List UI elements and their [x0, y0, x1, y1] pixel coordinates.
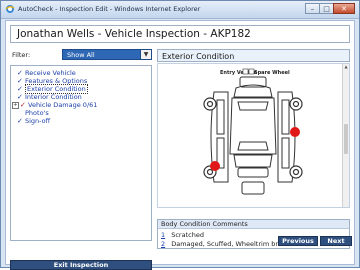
checkmark-icon: ✓: [17, 77, 23, 85]
spare-wheel-checkbox[interactable]: [248, 68, 255, 75]
tree-item-receive-vehicle[interactable]: ✓ Receive Vehicle: [17, 69, 76, 77]
page-title: Jonathan Wells - Vehicle Inspection - AK…: [17, 28, 251, 40]
checkmark-icon: ✓: [17, 93, 23, 101]
rear-bumper: [237, 167, 269, 178]
right-rear-window: [281, 137, 290, 169]
diagram-scrollbar[interactable]: ▲: [342, 64, 349, 207]
ie-icon: [5, 5, 15, 13]
page-content: Jonathan Wells - Vehicle Inspection - AK…: [5, 20, 355, 270]
checkmark-icon: ✓: [17, 69, 23, 77]
left-front-window: [216, 99, 225, 135]
comment-text: Damaged, Scuffed, Wheeltrim broken: [171, 240, 294, 248]
tree-item-interior-condition[interactable]: ✓ Interior Condition: [17, 93, 82, 101]
filter-select[interactable]: Show All ▼: [62, 49, 152, 60]
comment-text: Scratched: [171, 231, 204, 239]
tree-item-label: Vehicle Damage 0/61: [28, 101, 98, 109]
wheel-hub: [206, 168, 214, 176]
comments-title: Body Condition Comments: [158, 220, 349, 229]
previous-button[interactable]: Previous: [278, 236, 318, 246]
wheel-hub: [292, 168, 300, 176]
tree-item-sign-off[interactable]: ✓ Sign-off: [17, 117, 50, 125]
tree-item-label: Sign-off: [25, 117, 51, 125]
inspection-header: Jonathan Wells - Vehicle Inspection - AK…: [10, 25, 350, 43]
boot: [233, 154, 273, 168]
filter-value: Show All: [67, 51, 95, 59]
pane-title: Exterior Condition: [162, 52, 235, 61]
comment-row: 2 Damaged, Scuffed, Wheeltrim broken: [161, 240, 294, 248]
car-diagram: Entry Vehicle Spare Wheel: [203, 68, 303, 195]
rear-view: [241, 181, 265, 195]
window-title: AutoCheck - Inspection Edit - Windows In…: [18, 5, 201, 13]
inspection-tree: ✓ Receive Vehicle ✓ Features & Options ✓…: [10, 65, 152, 241]
expand-icon[interactable]: +: [12, 101, 19, 109]
left-panel: Filter: Show All ▼ ✓ Receive Vehicle ✓ F…: [10, 49, 152, 270]
chevron-down-icon[interactable]: ▼: [140, 50, 151, 59]
checkmark-icon: ✓: [17, 85, 23, 93]
tree-item-vehicle-damage[interactable]: + ✓ Vehicle Damage 0/61: [12, 101, 97, 109]
comment-number-link[interactable]: 2: [161, 240, 165, 248]
close-button[interactable]: ✕: [333, 3, 355, 14]
tree-item-label: Interior Condition: [25, 93, 82, 101]
title-bar: AutoCheck - Inspection Edit - Windows In…: [1, 1, 359, 19]
rear-window: [237, 141, 269, 151]
damage-marker-1[interactable]: [290, 127, 300, 137]
wheel-hub: [206, 100, 214, 108]
checkmark-icon: ✓: [17, 109, 24, 117]
exit-inspection-button[interactable]: Exit Inspection: [10, 260, 152, 270]
comment-row: 1 Scratched: [161, 231, 204, 239]
filter-label: Filter:: [12, 51, 31, 59]
spare-wheel-label: Spare Wheel: [254, 70, 290, 76]
tree-item-label: Photo's: [25, 109, 49, 117]
scroll-up-icon[interactable]: ▲: [343, 64, 349, 70]
right-panel: Exterior Condition Entry Vehicle Spare W…: [157, 49, 350, 260]
comment-number-link[interactable]: 1: [161, 231, 165, 239]
pane-header: Exterior Condition: [157, 49, 350, 62]
wheel-hub: [292, 100, 300, 108]
roof-outline: [229, 97, 277, 155]
windscreen: [237, 101, 269, 111]
right-front-window: [281, 99, 290, 135]
scroll-thumb[interactable]: [344, 124, 348, 154]
tree-item-photos[interactable]: ✓ Photo's: [17, 109, 49, 117]
browser-window: AutoCheck - Inspection Edit - Windows In…: [0, 0, 360, 270]
filter-row: Filter: Show All ▼: [10, 49, 152, 61]
vehicle-diagram: Entry Vehicle Spare Wheel ▲: [157, 63, 350, 208]
tree-item-label: Receive Vehicle: [25, 69, 76, 77]
entry-vehicle-checkbox[interactable]: [242, 68, 249, 75]
minimize-button[interactable]: –: [305, 3, 320, 14]
damage-marker-2[interactable]: [210, 161, 220, 171]
tree-item-exterior-condition[interactable]: ✓ Exterior Condition: [17, 84, 88, 94]
checkmark-icon: ✓: [20, 101, 26, 109]
checkmark-icon: ✓: [17, 117, 23, 125]
maximize-button[interactable]: □: [319, 3, 334, 14]
next-button[interactable]: Next: [320, 236, 352, 246]
